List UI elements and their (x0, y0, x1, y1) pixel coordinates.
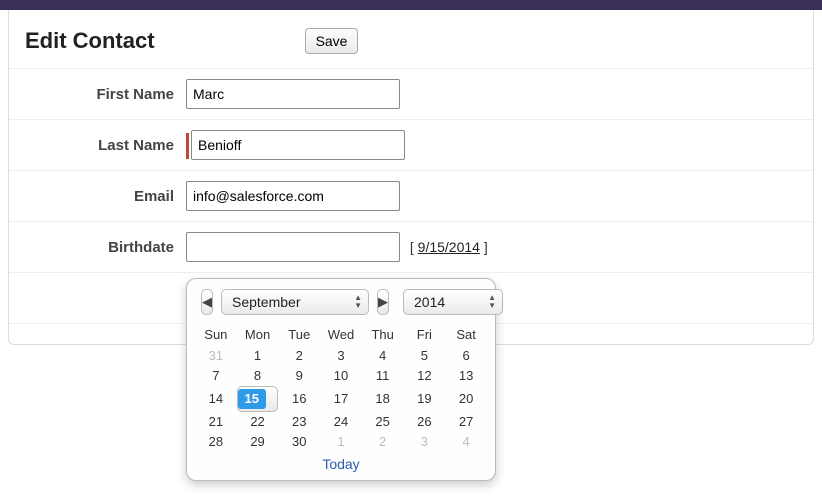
calendar-dow: Fri (404, 323, 446, 346)
calendar-day[interactable]: 29 (237, 432, 279, 452)
calendar-day[interactable]: 16 (278, 386, 320, 412)
calendar-day[interactable]: 1 (237, 346, 279, 366)
calendar-day[interactable]: 3 (320, 346, 362, 366)
calendar-day[interactable]: 26 (404, 412, 446, 432)
calendar-day[interactable]: 4 (362, 346, 404, 366)
month-select[interactable]: September ▲▼ (221, 289, 369, 315)
calendar-dow: Sat (445, 323, 487, 346)
calendar-day[interactable]: 28 (195, 432, 237, 452)
year-select[interactable]: 2014 ▲▼ (403, 289, 503, 315)
required-indicator-icon (186, 133, 189, 159)
first-name-input[interactable] (186, 79, 400, 109)
calendar-day[interactable]: 20 (445, 386, 487, 412)
calendar-day[interactable]: 4 (445, 432, 487, 452)
calendar-day[interactable]: 6 (445, 346, 487, 366)
chevron-left-icon: ◀ (202, 294, 212, 310)
email-input[interactable] (186, 181, 400, 211)
calendar-day[interactable]: 30 (278, 432, 320, 452)
calendar-dow: Sun (195, 323, 237, 346)
page-title: Edit Contact (25, 28, 155, 54)
calendar-day[interactable]: 9 (278, 366, 320, 386)
calendar-day[interactable]: 8 (237, 366, 279, 386)
last-name-input[interactable] (191, 130, 405, 160)
birthdate-input[interactable] (186, 232, 400, 262)
calendar-day[interactable]: 13 (445, 366, 487, 386)
birthdate-hint: [ 9/15/2014 ] (410, 239, 488, 255)
calendar-day[interactable]: 19 (404, 386, 446, 412)
window-titlebar (0, 0, 822, 10)
datepicker-popover: ◀ September ▲▼ ▶ 2014 ▲▼ SunMonTueWedThu… (186, 278, 496, 481)
calendar-day[interactable]: 27 (445, 412, 487, 432)
calendar-dow: Wed (320, 323, 362, 346)
birthdate-today-link[interactable]: 9/15/2014 (418, 239, 480, 255)
calendar-day[interactable]: 11 (362, 366, 404, 386)
calendar-day[interactable]: 14 (195, 386, 237, 412)
calendar-day[interactable]: 18 (362, 386, 404, 412)
calendar-day[interactable]: 31 (195, 346, 237, 366)
updown-icon: ▲▼ (488, 294, 496, 310)
calendar-day[interactable]: 17 (320, 386, 362, 412)
calendar-day-selected[interactable]: 15 (237, 386, 279, 412)
calendar-grid: SunMonTueWedThuFriSat 311234567891011121… (195, 323, 487, 452)
label-email: Email (9, 188, 186, 205)
datepicker-header: ◀ September ▲▼ ▶ 2014 ▲▼ (195, 289, 487, 323)
today-link[interactable]: Today (195, 452, 487, 474)
label-birthdate: Birthdate (9, 239, 186, 256)
calendar-day[interactable]: 12 (404, 366, 446, 386)
calendar-day[interactable]: 2 (362, 432, 404, 452)
calendar-day[interactable]: 5 (404, 346, 446, 366)
row-last-name: Last Name (9, 120, 813, 171)
next-month-button[interactable]: ▶ (377, 289, 389, 315)
calendar-day[interactable]: 25 (362, 412, 404, 432)
calendar-day[interactable]: 23 (278, 412, 320, 432)
save-button[interactable]: Save (305, 28, 359, 54)
updown-icon: ▲▼ (354, 294, 362, 310)
calendar-dow: Mon (237, 323, 279, 346)
panel-header: Edit Contact Save (9, 10, 813, 69)
calendar-day[interactable]: 10 (320, 366, 362, 386)
calendar-day[interactable]: 24 (320, 412, 362, 432)
calendar-day[interactable]: 3 (404, 432, 446, 452)
calendar-dow: Tue (278, 323, 320, 346)
label-last-name: Last Name (9, 137, 186, 154)
prev-month-button[interactable]: ◀ (201, 289, 213, 315)
row-first-name: First Name (9, 69, 813, 120)
calendar-day[interactable]: 1 (320, 432, 362, 452)
calendar-day[interactable]: 22 (237, 412, 279, 432)
year-select-value: 2014 (414, 294, 445, 310)
calendar-dow: Thu (362, 323, 404, 346)
calendar-day[interactable]: 21 (195, 412, 237, 432)
chevron-right-icon: ▶ (378, 294, 388, 310)
label-first-name: First Name (9, 86, 186, 103)
calendar-day[interactable]: 7 (195, 366, 237, 386)
month-select-value: September (232, 294, 300, 310)
calendar-day[interactable]: 2 (278, 346, 320, 366)
row-birthdate: Birthdate [ 9/15/2014 ] (9, 222, 813, 273)
row-email: Email (9, 171, 813, 222)
